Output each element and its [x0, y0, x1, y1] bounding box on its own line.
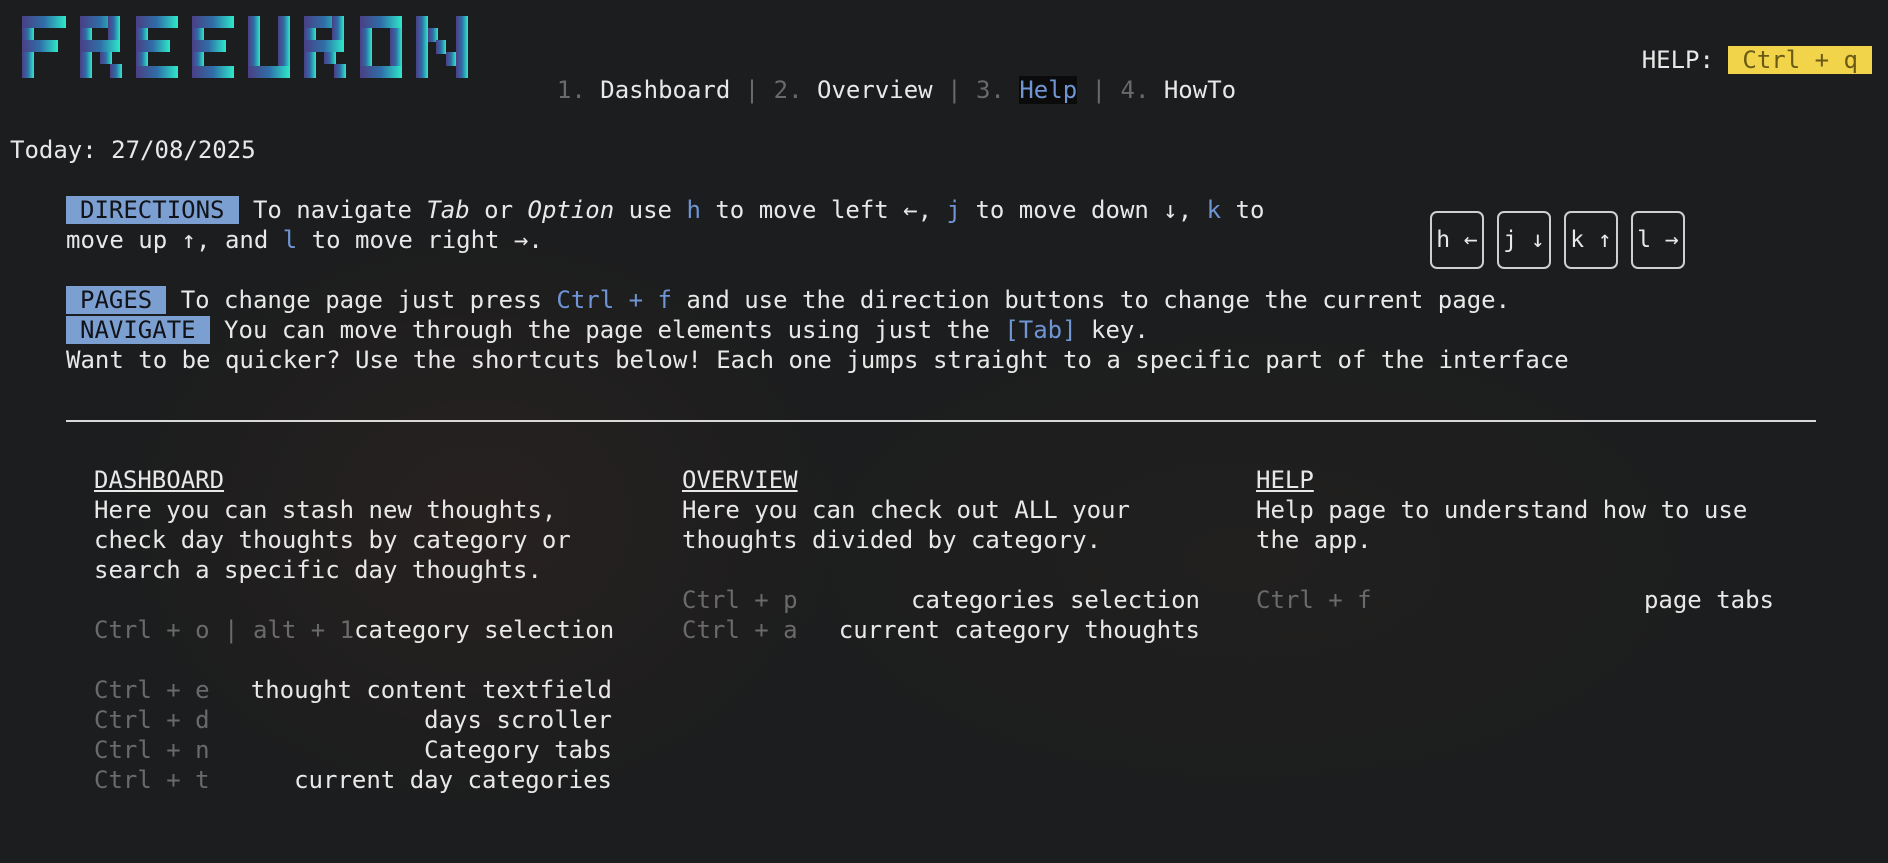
- directions-text: use: [614, 196, 687, 224]
- shortcut-key: Ctrl + e: [94, 676, 210, 704]
- shortcut-desc: days scroller: [424, 706, 612, 734]
- nav-num-2: 2.: [773, 76, 803, 104]
- pages-tag: PAGES: [66, 286, 167, 314]
- dashboard-desc-line: Here you can stash new thoughts,: [94, 496, 557, 524]
- shortcut-desc: current day categories: [294, 766, 612, 794]
- dashboard-title: DASHBOARD: [94, 466, 225, 494]
- page-nav: 1. Dashboard | 2. Overview | 3. Help | 4…: [528, 45, 1236, 105]
- shortcut-desc: Category tabs: [424, 736, 612, 764]
- tab-overview[interactable]: Overview: [817, 76, 933, 104]
- directions-tab-word: Tab: [426, 196, 470, 224]
- today-date: Today: 27/08/2025: [10, 136, 256, 164]
- nav-num-3: 3.: [975, 76, 1005, 104]
- shortcut-key: Ctrl + a: [682, 616, 798, 644]
- tab-help[interactable]: Help: [1019, 76, 1078, 104]
- shortcut-desc: current category thoughts: [838, 616, 1200, 644]
- pages-text: and use the direction buttons to change …: [671, 286, 1511, 314]
- keycap-h-left: h ←: [1430, 211, 1484, 269]
- overview-desc-line: thoughts divided by category.: [682, 526, 1102, 554]
- shortcut-row: Ctrl + f page tabs: [1256, 585, 1774, 615]
- directions-tag: DIRECTIONS: [66, 196, 239, 224]
- pages-text: To change page just press: [166, 286, 557, 314]
- shortcut-key: Ctrl + o | alt + 1: [94, 616, 355, 644]
- keycap-k-up: k ↑: [1564, 211, 1618, 269]
- help-desc-line: the app.: [1256, 526, 1372, 554]
- navigate-line: NAVIGATE You can move through the page e…: [66, 315, 1149, 345]
- keycap-l-right: l →: [1631, 211, 1685, 269]
- direction-keycaps: h ← j ↓ k ↑ l →: [1430, 211, 1685, 269]
- tab-dashboard[interactable]: Dashboard: [600, 76, 730, 104]
- shortcut-desc: thought content textfield: [250, 676, 612, 704]
- shortcut-key: Ctrl + d: [94, 706, 210, 734]
- key-h: h: [686, 196, 701, 224]
- shortcut-row: Ctrl + d days scroller: [94, 705, 612, 735]
- overview-title: OVERVIEW: [682, 466, 798, 494]
- shortcut-desc: categories selection: [911, 586, 1200, 614]
- shortcut-row: Ctrl + a current category thoughts: [682, 615, 1200, 645]
- help-hint-label: HELP:: [1641, 46, 1714, 74]
- key-l: l: [282, 226, 298, 254]
- directions-text: To navigate: [238, 196, 427, 224]
- navigate-text: You can move through the page elements u…: [209, 316, 1005, 344]
- directions-text: move up ↑, and: [66, 226, 283, 254]
- pages-line: PAGES To change page just press Ctrl + f…: [66, 285, 1510, 315]
- directions-text: or: [469, 196, 528, 224]
- keycap-j-down: j ↓: [1497, 211, 1551, 269]
- section-divider: [66, 420, 1816, 422]
- help-shortcut-badge[interactable]: Ctrl + q: [1728, 46, 1872, 74]
- shortcut-desc: category selection: [354, 616, 615, 644]
- nav-separator: |: [947, 76, 962, 104]
- directions-text: to move down ↓,: [961, 196, 1207, 224]
- pages-shortcut: Ctrl + f: [556, 286, 672, 314]
- directions-text: to move right →.: [297, 226, 543, 254]
- navigate-text: key.: [1076, 316, 1149, 344]
- dashboard-desc-line: search a specific day thoughts.: [94, 556, 542, 584]
- navigate-tag: NAVIGATE: [66, 316, 210, 344]
- overview-desc-line: Here you can check out ALL your: [682, 496, 1130, 524]
- dashboard-column: DASHBOARD Here you can stash new thought…: [94, 465, 615, 795]
- overview-column: OVERVIEW Here you can check out ALL your…: [682, 465, 1200, 645]
- directions-option-word: Option: [527, 196, 615, 224]
- directions-text: to move left ←,: [700, 196, 947, 224]
- key-j: j: [946, 196, 961, 224]
- shortcut-row: Ctrl + o | alt + 1 category selection: [94, 615, 615, 645]
- nav-num-1: 1.: [556, 76, 586, 104]
- help-desc-line: Help page to understand how to use: [1256, 496, 1748, 524]
- nav-num-4: 4.: [1120, 76, 1150, 104]
- tab-howto[interactable]: HowTo: [1164, 76, 1236, 104]
- key-k: k: [1206, 196, 1222, 224]
- shortcut-key: Ctrl + f: [1256, 586, 1372, 614]
- dashboard-desc-line: check day thoughts by category or: [94, 526, 571, 554]
- quicker-text: Want to be quicker? Use the shortcuts be…: [66, 346, 1569, 374]
- shortcut-row: Ctrl + n Category tabs: [94, 735, 612, 765]
- nav-separator: |: [744, 76, 760, 104]
- nav-separator: |: [1091, 76, 1107, 104]
- freeuron-logo: [22, 16, 468, 78]
- navigate-tab-key: [Tab]: [1004, 316, 1077, 344]
- shortcut-row: Ctrl + e thought content textfield: [94, 675, 612, 705]
- shortcut-desc: page tabs: [1643, 586, 1774, 614]
- help-title: HELP: [1256, 466, 1314, 494]
- shortcut-key: Ctrl + t: [94, 766, 210, 794]
- shortcut-key: Ctrl + p: [682, 586, 798, 614]
- help-column: HELP Help page to understand how to use …: [1256, 465, 1774, 615]
- directions-line-2: move up ↑, and l to move right →.: [66, 225, 543, 255]
- directions-text: to: [1221, 196, 1265, 224]
- help-shortcut-hint: HELP: Ctrl + q: [1642, 45, 1872, 75]
- shortcut-row: Ctrl + p categories selection: [682, 585, 1200, 615]
- directions-line-1: DIRECTIONS To navigate Tab or Option use…: [66, 195, 1264, 225]
- shortcut-key: Ctrl + n: [94, 736, 210, 764]
- shortcut-row: Ctrl + t current day categories: [94, 765, 612, 795]
